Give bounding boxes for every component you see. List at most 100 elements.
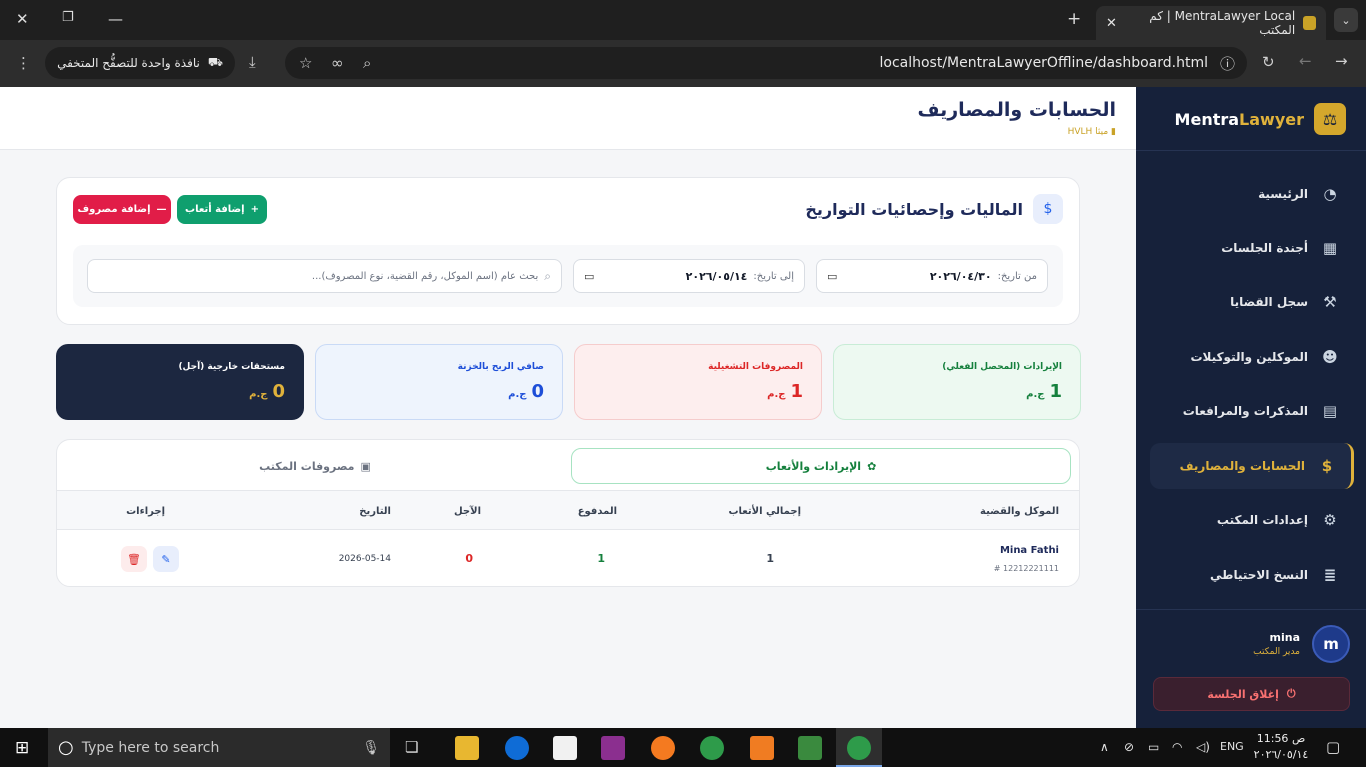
avatar[interactable]: m — [1312, 625, 1350, 663]
menu-dots-icon[interactable]: ⋮ — [16, 54, 31, 72]
incognito-icon: ⛟ — [207, 55, 223, 69]
chrome-icon[interactable] — [700, 736, 724, 760]
stat-value: 1 ج.م — [1026, 381, 1062, 402]
brand-name: MentraLawyer — [1175, 110, 1304, 129]
delete-icon[interactable]: 🗑 — [121, 546, 147, 572]
winrar-icon[interactable] — [601, 736, 625, 760]
active-chrome-task[interactable] — [836, 728, 882, 767]
url-text: localhost/MentraLawyerOffline/dashboard.… — [879, 55, 1208, 71]
sidebar-divider — [1136, 609, 1366, 610]
stat-unit: ج.م — [1026, 389, 1045, 400]
minimize-window-icon[interactable]: — — [108, 10, 123, 28]
tray-chevron-icon[interactable]: ∧ — [1100, 740, 1109, 754]
stat-number: 1 — [1049, 381, 1062, 402]
wifi-icon[interactable]: ◠ — [1172, 740, 1182, 754]
sidebar-item-backup[interactable]: ≣ النسخ الاحتياطي — [1150, 552, 1354, 598]
sidebar-item-clients[interactable]: ☻ الموكلين والتوكيلات — [1150, 334, 1354, 380]
browser-tab[interactable]: MentraLawyer Local | كم المكتب ✕ — [1096, 6, 1326, 40]
row-case: # 12212221111 — [993, 564, 1059, 573]
bookmark-star-icon[interactable]: ☆ — [299, 54, 312, 72]
file-explorer-icon[interactable] — [455, 736, 479, 760]
store-icon[interactable] — [553, 736, 577, 760]
sidebar-item-label: الحسابات والمصاريف — [1179, 459, 1305, 473]
invoice-dollar-icon: $ — [1321, 457, 1333, 475]
download-icon[interactable]: ⤓ — [249, 53, 256, 71]
tab-income[interactable]: ✿ الإيرادات والأتعاب — [571, 448, 1071, 484]
restore-window-icon[interactable]: ❐ — [62, 10, 74, 25]
sidebar-item-label: النسخ الاحتياطي — [1210, 568, 1308, 582]
tab-expenses-label: مصروفات المكتب — [259, 459, 355, 473]
stat-label: الإيرادات (المحصل الفعلي) — [942, 362, 1062, 372]
taskbar-search[interactable]: ○ Type here to search 🎙 — [48, 728, 390, 767]
sidebar-item-settings[interactable]: ⚙ إعدادات المكتب — [1150, 497, 1354, 543]
stat-card-profit: صافي الربح بالخزنة 0 ج.م — [315, 344, 563, 420]
clock-time: 11:56 ص — [1256, 732, 1306, 745]
users-icon: ☻ — [1322, 348, 1338, 366]
notepad-icon[interactable] — [798, 736, 822, 760]
from-date-field[interactable]: من تاريخ: ٢٠٢٦/٠٤/٣٠ ▭ — [816, 259, 1048, 293]
forward-icon[interactable]: ← — [1299, 52, 1312, 70]
clock[interactable]: 11:56 ص ٢٠٢٦/٠٥/١٤ — [1250, 731, 1312, 763]
incognito-pill[interactable]: نافذة واحدة للتصفُّح المتخفي ⛟ — [45, 47, 235, 79]
edit-icon[interactable]: ✎ — [153, 546, 179, 572]
sidebar-item-cases[interactable]: ⚒ سجل القضايا — [1150, 279, 1354, 325]
windows-taskbar: ⊞ ○ Type here to search 🎙 ❏ ∧ ⊘ ▭ ◠ ◁) E… — [0, 728, 1366, 767]
incognito-label: نافذة واحدة للتصفُّح المتخفي — [57, 56, 200, 70]
microphone-icon[interactable]: 🎙 — [362, 740, 380, 756]
task-view-icon[interactable]: ❏ — [405, 738, 418, 756]
user-role: مدير المكتب — [1253, 647, 1300, 657]
calendar-icon[interactable]: ▭ — [827, 270, 837, 283]
tab-favicon-icon — [1303, 16, 1316, 30]
edge-icon[interactable] — [505, 736, 529, 760]
stat-card-revenue: الإيرادات (المحصل الفعلي) 1 ج.م — [833, 344, 1081, 420]
calendar-icon[interactable]: ▭ — [584, 270, 594, 283]
tab-search-icon[interactable]: ⌄ — [1334, 8, 1358, 32]
power-icon: ⏻ — [1286, 687, 1296, 700]
add-expense-button[interactable]: — إضافة مصروف — [73, 195, 171, 224]
add-expense-label: إضافة مصروف — [77, 204, 151, 215]
to-date-value: ٢٠٢٦/٠٥/١٤ — [685, 269, 748, 283]
row-due: 0 — [465, 552, 473, 565]
notifications-icon[interactable]: ▢ — [1326, 738, 1340, 756]
battery-icon[interactable]: ▭ — [1148, 740, 1159, 754]
sidebar-item-accounts[interactable]: $ الحسابات والمصاريف — [1150, 443, 1354, 489]
back-icon[interactable]: → — [1335, 52, 1348, 70]
tab-close-icon[interactable]: ✕ — [1106, 16, 1117, 31]
tab-expenses[interactable]: ▣ مصروفات المكتب — [65, 448, 565, 484]
stat-value: 0 ج.م — [508, 381, 544, 402]
stat-value: 1 ج.م — [767, 381, 803, 402]
stat-number: 0 — [272, 381, 285, 402]
close-window-icon[interactable]: ✕ — [16, 10, 29, 28]
new-tab-icon[interactable]: + — [1067, 9, 1081, 29]
money-hand-icon: ✿ — [867, 459, 877, 473]
site-info-icon[interactable]: ⓘ — [1220, 53, 1235, 74]
language-indicator[interactable]: ENG — [1220, 740, 1244, 753]
stat-label: مستحقات خارجية (آجل) — [178, 362, 285, 372]
volume-icon[interactable]: ◁) — [1196, 740, 1210, 754]
reading-mode-icon[interactable]: ∞ — [331, 54, 344, 72]
pie-chart-icon: ◔ — [1323, 185, 1337, 203]
sidebar-item-sessions[interactable]: ▦ أجندة الجلسات — [1150, 225, 1354, 271]
stat-unit: ج.م — [767, 389, 786, 400]
gavel-icon: ⚒ — [1323, 293, 1337, 311]
page-header: الحسابات والمصاريف ▮ ميثا HVLH — [0, 87, 1136, 150]
sidebar-item-memos[interactable]: ▤ المذكرات والمرافعات — [1150, 388, 1354, 434]
row-client[interactable]: Mina Fathi — [1000, 545, 1059, 556]
brand-logo: MentraLawyer ⚖ — [1175, 103, 1346, 135]
sidebar-divider — [1136, 150, 1366, 151]
to-date-field[interactable]: إلى تاريخ: ٢٠٢٦/٠٥/١٤ ▭ — [573, 259, 805, 293]
zoom-icon[interactable]: ⌕ — [363, 54, 371, 72]
network-icon[interactable]: ⊘ — [1124, 740, 1134, 754]
stat-label: المصروفات التشغيلية — [708, 362, 803, 372]
windows-start-icon[interactable]: ⊞ — [15, 738, 29, 758]
logout-button[interactable]: ⏻ إغلاق الجلسة — [1153, 677, 1350, 711]
reload-icon[interactable]: ↻ — [1262, 53, 1275, 71]
url-field[interactable]: ☆ ∞ ⌕ localhost/MentraLawyerOffline/dash… — [285, 47, 1247, 79]
user-name: mina — [1269, 631, 1301, 644]
add-fees-button[interactable]: + إضافة أتعاب — [177, 195, 267, 224]
invoice-icon: $ — [1033, 194, 1063, 224]
sidebar-item-home[interactable]: ◔ الرئيسية — [1150, 171, 1354, 217]
firefox-icon[interactable] — [651, 736, 675, 760]
xampp-icon[interactable] — [750, 736, 774, 760]
search-field[interactable]: ⌕ بحث عام (اسم الموكل، رقم القضية، نوع ا… — [87, 259, 562, 293]
